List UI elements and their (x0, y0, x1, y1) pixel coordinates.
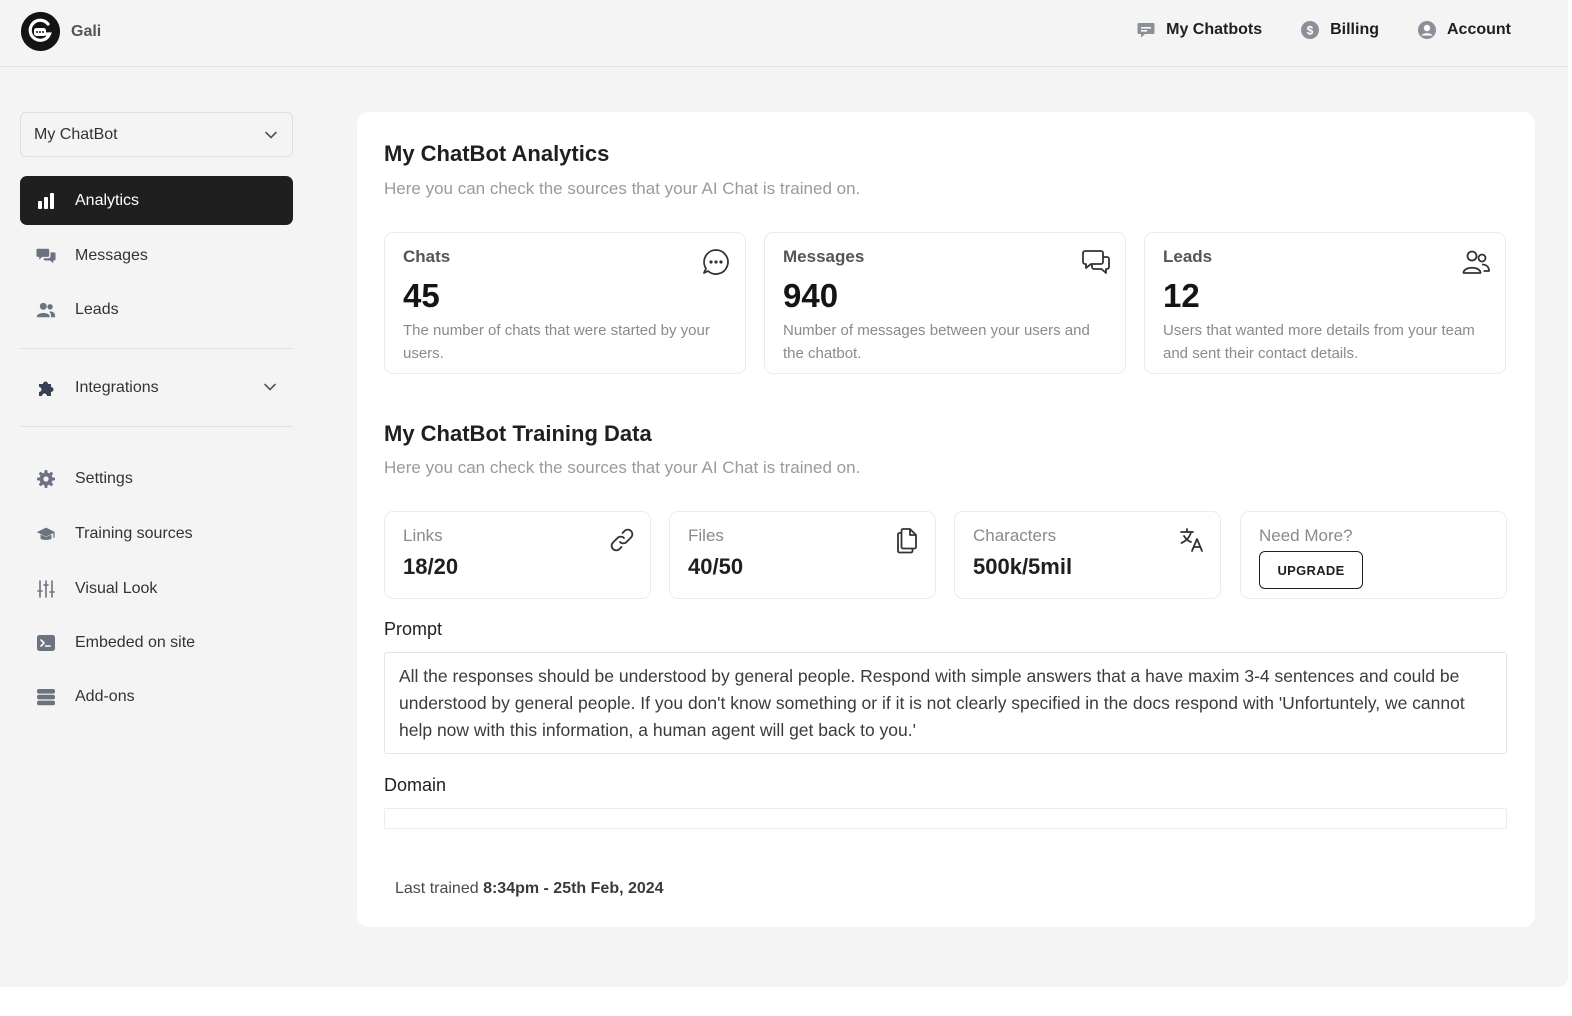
training-card-label: Characters (973, 526, 1057, 545)
sidebar-item-label: Embeded on site (75, 633, 196, 651)
sliders-icon (36, 579, 56, 599)
stat-card-chats: Chats 45 The number of chats that were s… (384, 232, 746, 374)
messages-icon (36, 246, 56, 266)
domain-label: Domain (384, 775, 447, 795)
link-icon (608, 526, 636, 554)
last-trained-value: 8:34pm - 25th Feb, 2024 (483, 880, 664, 897)
svg-text:$: $ (1307, 24, 1314, 38)
stack-icon (36, 687, 56, 707)
sidebar-item-settings[interactable]: Settings (20, 454, 293, 503)
training-card-files: Files 40/50 (669, 511, 936, 599)
sidebar-item-integrations[interactable]: Integrations (20, 363, 293, 412)
gear-icon (36, 469, 56, 489)
training-card-label: Files (688, 526, 724, 545)
training-card-links: Links 18/20 (384, 511, 651, 599)
sidebar-item-leads[interactable]: Leads (20, 285, 293, 334)
stat-value: 45 (403, 277, 440, 314)
sidebar-item-label: Settings (75, 469, 133, 487)
main-card: My ChatBot Analytics Here you can check … (357, 112, 1535, 927)
users-icon (36, 300, 56, 320)
chat-bubbles-icon (1081, 247, 1111, 277)
sidebar-item-analytics[interactable]: Analytics (20, 176, 293, 225)
last-trained-label: Last trained (395, 880, 479, 897)
sidebar-item-visual-look[interactable]: Visual Look (20, 564, 293, 613)
top-nav: My Chatbots $ Billing Account (1098, 20, 1511, 40)
training-card-characters: Characters 500k/5mil (954, 511, 1221, 599)
terminal-icon (36, 633, 56, 653)
sidebar-item-label: Integrations (75, 378, 159, 396)
stat-description: The number of chats that were started by… (403, 322, 710, 362)
people-icon (1461, 247, 1491, 277)
prompt-textarea[interactable]: All the responses should be understood b… (384, 652, 1507, 754)
need-more-label: Need More? (1259, 526, 1353, 545)
sidebar-item-label: Training sources (75, 524, 193, 542)
sidebar-item-label: Leads (75, 300, 119, 318)
nav-billing-label: Billing (1330, 21, 1379, 38)
analytics-subtitle: Here you can check the sources that your… (384, 179, 861, 198)
stat-label: Chats (403, 247, 451, 266)
training-title: My ChatBot Training Data (384, 421, 652, 446)
training-card-label: Links (403, 526, 443, 545)
stat-value: 940 (783, 277, 839, 314)
nav-account-label: Account (1447, 21, 1511, 38)
sidebar-item-training-sources[interactable]: Training sources (20, 509, 293, 558)
stat-label: Messages (783, 247, 865, 266)
stat-description: Number of messages between your users an… (783, 322, 1090, 362)
chat-dots-icon (701, 247, 731, 277)
brand[interactable]: Gali (21, 12, 101, 51)
stat-label: Leads (1163, 247, 1213, 266)
translate-icon (1178, 526, 1206, 554)
sidebar-item-label: Messages (75, 246, 148, 264)
chevron-down-icon (264, 128, 278, 147)
training-card-value: 18/20 (403, 554, 459, 579)
training-subtitle: Here you can check the sources that your… (384, 458, 861, 477)
stat-description: Users that wanted more details from your… (1163, 322, 1475, 362)
sidebar-item-label: Add-ons (75, 687, 135, 705)
files-icon (893, 526, 921, 554)
chat-bubble-icon (1136, 20, 1156, 40)
dollar-coin-icon: $ (1300, 20, 1320, 40)
chevron-down-icon (263, 380, 277, 399)
sidebar-item-label: Analytics (75, 191, 140, 209)
graduation-cap-icon (36, 524, 56, 544)
last-trained: Last trained 8:34pm - 25th Feb, 2024 (395, 880, 664, 898)
brand-name: Gali (71, 22, 102, 40)
sidebar-item-embeded-on-site[interactable]: Embeded on site (20, 618, 293, 667)
nav-my-chatbots[interactable]: My Chatbots (1136, 20, 1262, 40)
bar-chart-icon (36, 191, 56, 211)
stat-card-leads: Leads 12 Users that wanted more details … (1144, 232, 1506, 374)
stat-value: 12 (1163, 277, 1200, 314)
chatbot-select-value: My ChatBot (34, 125, 118, 143)
top-bar: Gali My Chatbots $ Billing Account (0, 0, 1568, 67)
nav-my-chatbots-label: My Chatbots (1166, 21, 1263, 38)
analytics-title: My ChatBot Analytics (384, 141, 610, 166)
gali-logo (21, 12, 60, 51)
sidebar-item-label: Visual Look (75, 579, 158, 597)
sidebar-divider (20, 426, 293, 427)
training-card-value: 500k/5mil (973, 554, 1073, 579)
app-background: Gali My Chatbots $ Billing Account My Ch… (0, 0, 1568, 987)
nav-account[interactable]: Account (1417, 20, 1511, 40)
upgrade-button[interactable]: UPGRADE (1259, 551, 1363, 589)
training-card-need-more: Need More? UPGRADE (1240, 511, 1507, 599)
nav-billing[interactable]: $ Billing (1300, 20, 1379, 40)
training-card-value: 40/50 (688, 554, 744, 579)
user-circle-icon (1417, 20, 1437, 40)
sidebar-item-messages[interactable]: Messages (20, 231, 293, 280)
domain-input[interactable] (384, 808, 1507, 829)
chatbot-select[interactable]: My ChatBot (20, 112, 293, 157)
stat-card-messages: Messages 940 Number of messages between … (764, 232, 1126, 374)
puzzle-icon (36, 378, 56, 398)
sidebar-divider (20, 348, 293, 349)
sidebar-item-add-ons[interactable]: Add-ons (20, 672, 293, 721)
prompt-label: Prompt (384, 619, 443, 639)
